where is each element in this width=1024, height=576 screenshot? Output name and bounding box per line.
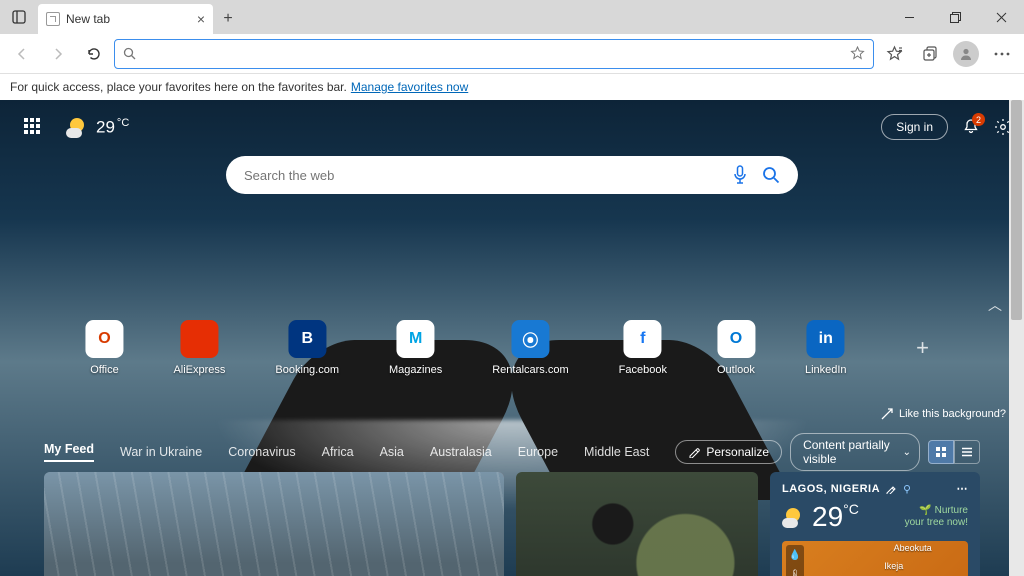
forward-button[interactable] (42, 38, 74, 70)
new-tab-button[interactable]: + (213, 4, 243, 34)
search-icon (123, 47, 136, 60)
tab-close-button[interactable]: × (197, 11, 205, 27)
address-bar[interactable] (114, 39, 874, 69)
notifications-button[interactable]: 2 (962, 118, 980, 136)
personalize-button[interactable]: Personalize (675, 440, 782, 464)
title-bar: New tab × + (0, 0, 1024, 34)
quick-link-tile[interactable]: in LinkedIn (805, 320, 847, 376)
chevron-down-icon: ⌄ (903, 447, 911, 458)
refresh-button[interactable] (78, 38, 110, 70)
weather-icon (782, 506, 804, 528)
quick-link-tile[interactable]: f Facebook (619, 320, 667, 376)
close-window-button[interactable] (978, 0, 1024, 34)
weather-card[interactable]: LAGOS, NIGERIA ⋯ 29°C 🌱 Nurture your tre… (770, 472, 980, 576)
feed-nav-item[interactable]: War in Ukraine (120, 445, 202, 459)
quick-link-tile[interactable]: ⦿ Rentalcars.com (492, 320, 568, 376)
collapse-chevron-icon[interactable]: ︿ (988, 295, 1002, 315)
weather-map[interactable]: 💧🌡 Abeokuta Ikeja orto-Novo (782, 541, 968, 576)
minimize-button[interactable] (886, 0, 932, 34)
favorites-bar: For quick access, place your favorites h… (0, 74, 1024, 100)
card-more-icon[interactable]: ⋯ (957, 482, 969, 495)
content-top-row: 29°C Sign in 2 (0, 114, 1012, 140)
quick-link-tile[interactable]: O Outlook (717, 320, 755, 376)
tile-icon: f (624, 320, 662, 358)
precipitation-icon: 💧 (789, 550, 801, 561)
temperature-icon: 🌡 (789, 570, 802, 576)
browser-tab[interactable]: New tab × (38, 4, 213, 34)
quick-links: O Office AliExpress B Booking.com M Magazines ⦿… (85, 320, 938, 376)
scrollbar-thumb[interactable] (1011, 100, 1022, 320)
tile-icon: O (717, 320, 755, 358)
new-tab-content: 29°C Sign in 2 O Office AliExpress B Booking… (0, 100, 1024, 576)
tile-icon (180, 320, 218, 358)
tile-label: Office (90, 364, 119, 376)
feed-nav-item[interactable]: Asia (380, 445, 404, 459)
tile-label: AliExpress (173, 364, 225, 376)
voice-search-icon[interactable] (732, 165, 748, 185)
notification-badge: 2 (972, 113, 985, 126)
list-view-button[interactable] (954, 440, 980, 464)
content-visibility-dropdown[interactable]: Content partially visible ⌄ (790, 433, 920, 471)
tile-label: Booking.com (275, 364, 339, 376)
back-button[interactable] (6, 38, 38, 70)
tile-label: Rentalcars.com (492, 364, 568, 376)
feed-nav-item[interactable]: Africa (322, 445, 354, 459)
weather-location: LAGOS, NIGERIA (782, 483, 880, 495)
tile-label: Outlook (717, 364, 755, 376)
vertical-scrollbar[interactable] (1009, 100, 1024, 576)
feed-nav-item[interactable]: Australasia (430, 445, 492, 459)
tile-icon: in (807, 320, 845, 358)
like-background-link[interactable]: Like this background? (881, 408, 1006, 420)
grid-view-button[interactable] (928, 440, 954, 464)
quick-link-tile[interactable]: M Magazines (389, 320, 442, 376)
view-toggle (928, 440, 980, 464)
feed-nav-item[interactable]: Europe (518, 445, 558, 459)
app-launcher-icon[interactable] (24, 118, 42, 136)
edit-location-icon[interactable] (886, 484, 896, 494)
tab-favicon (46, 12, 60, 26)
tab-title: New tab (66, 12, 110, 26)
news-card[interactable] (44, 472, 504, 576)
web-search-bar[interactable] (226, 156, 798, 194)
tile-label: LinkedIn (805, 364, 847, 376)
news-card[interactable] (516, 472, 758, 576)
favorites-button[interactable] (878, 38, 910, 70)
web-search-input[interactable] (244, 168, 732, 183)
address-input[interactable] (144, 46, 842, 61)
menu-button[interactable] (986, 38, 1018, 70)
location-pin-icon[interactable] (902, 484, 912, 494)
add-tile-button[interactable]: + (907, 332, 939, 364)
profile-button[interactable] (950, 38, 982, 70)
toolbar (0, 34, 1024, 74)
tile-icon: O (85, 320, 123, 358)
favbar-text: For quick access, place your favorites h… (10, 80, 347, 94)
window-controls (886, 0, 1024, 34)
weather-icon (66, 116, 88, 138)
tile-icon: ⦿ (511, 320, 549, 358)
weather-summary[interactable]: 29°C (66, 116, 129, 138)
tile-label: Magazines (389, 364, 442, 376)
manage-favorites-link[interactable]: Manage favorites now (351, 80, 468, 94)
tile-label: Facebook (619, 364, 667, 376)
maximize-button[interactable] (932, 0, 978, 34)
favorite-star-icon[interactable] (850, 46, 865, 61)
tile-icon: M (397, 320, 435, 358)
tile-icon: B (288, 320, 326, 358)
weather-unit: °C (117, 117, 129, 129)
weather-temp: 29 (96, 117, 115, 136)
nurture-tree-link[interactable]: 🌱 Nurture your tree now! (898, 505, 968, 529)
quick-link-tile[interactable]: B Booking.com (275, 320, 339, 376)
collections-button[interactable] (914, 38, 946, 70)
feed-nav-item[interactable]: Middle East (584, 445, 649, 459)
tab-actions-button[interactable] (0, 0, 38, 34)
feed-nav: My Feed War in Ukraine Coronavirus Africa As… (0, 438, 1024, 466)
search-submit-icon[interactable] (762, 166, 780, 184)
sign-in-button[interactable]: Sign in (881, 114, 948, 140)
feed-nav-item[interactable]: My Feed (44, 442, 94, 462)
quick-link-tile[interactable]: O Office (85, 320, 123, 376)
quick-link-tile[interactable]: AliExpress (173, 320, 225, 376)
feed-cards: LAGOS, NIGERIA ⋯ 29°C 🌱 Nurture your tre… (44, 472, 980, 576)
feed-nav-item[interactable]: Coronavirus (228, 445, 295, 459)
